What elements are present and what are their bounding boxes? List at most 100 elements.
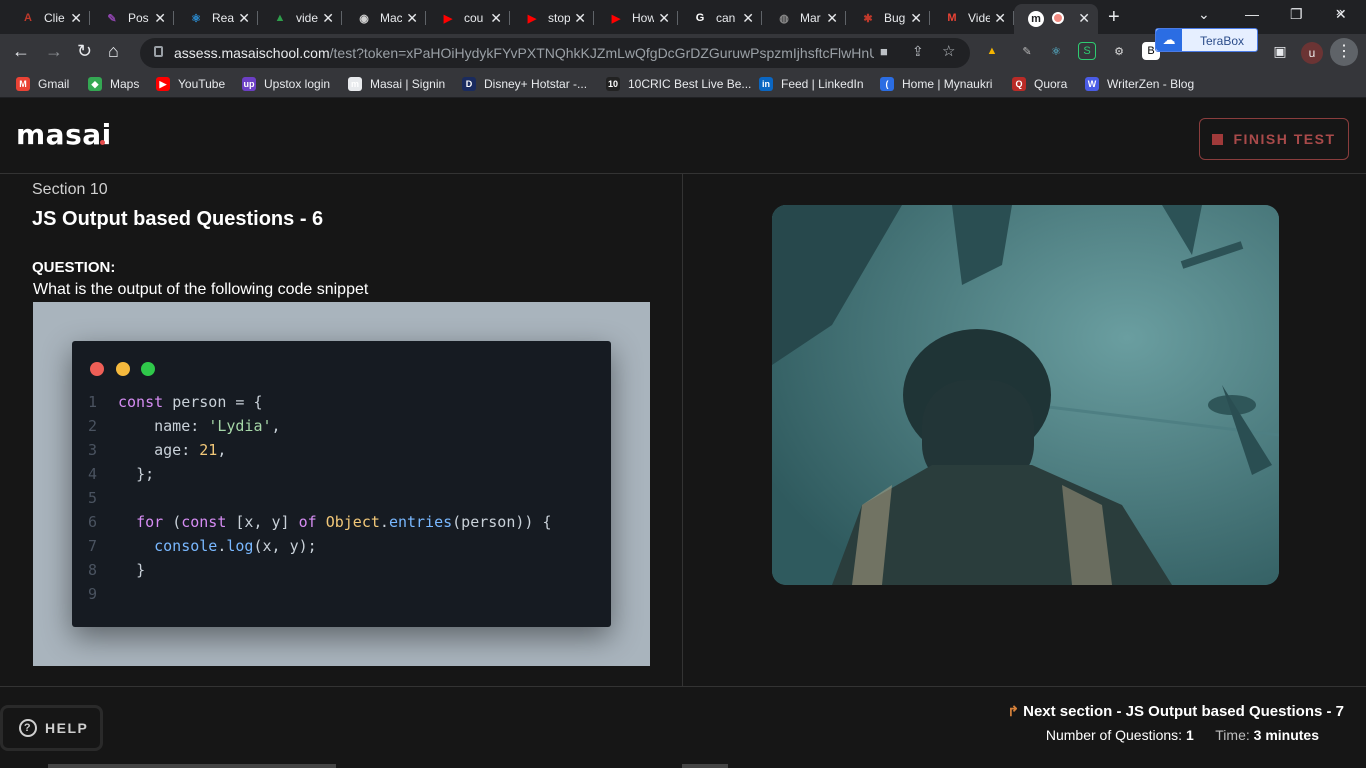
green-dot-icon [141, 362, 155, 376]
more-bookmarks-icon[interactable]: » [1336, 4, 1343, 19]
bookmark-item[interactable]: D Disney+ Hotstar -... [462, 77, 587, 91]
tool-extension-icon[interactable]: ⚙ [1110, 42, 1128, 60]
tab-title: Clie [44, 11, 65, 25]
bookmark-item[interactable]: W WriterZen - Blog [1085, 77, 1194, 91]
cloud-icon: ☁ [1156, 29, 1182, 51]
forward-arrow-icon: ↱ [1007, 703, 1020, 719]
new-tab-button[interactable]: + [1108, 6, 1120, 29]
tab-title: Mar [800, 11, 821, 25]
tab-close-icon[interactable]: ✕ [154, 10, 166, 27]
back-arrow-icon[interactable]: ← [12, 41, 30, 62]
gmail-icon: M [16, 77, 30, 91]
bookmark-item[interactable]: m Masai | Signin [348, 77, 445, 91]
home-icon[interactable]: ⌂ [108, 41, 119, 62]
browser-tab[interactable]: ✎ Pos ✕ [90, 4, 174, 32]
horizontal-scrollbar-right[interactable] [682, 764, 728, 768]
restore-icon[interactable]: ❐ [1290, 6, 1303, 23]
question-label: QUESTION: [32, 259, 116, 276]
tab-close-icon[interactable]: ✕ [994, 10, 1006, 27]
browser-tab[interactable]: Gcan ✕ [678, 4, 762, 32]
camera-icon[interactable]: ■ [880, 44, 888, 59]
bookmarks-bar: M Gmail ◆ Maps ▶ YouTube up Upstox login m Masai … [0, 72, 1366, 98]
bookmark-item[interactable]: in Feed | LinkedIn [759, 77, 864, 91]
browser-tab[interactable]: m ✕ [1014, 4, 1098, 34]
bookmark-item[interactable]: M Gmail [16, 77, 69, 91]
browser-tab[interactable]: A Clie ✕ [6, 4, 90, 32]
section-label: Section 10 [32, 181, 108, 198]
url-path: /test?token=xPaHOiHydykFYvPXTNQhkKJZmLwQ… [329, 45, 874, 61]
ball-icon: ◉ [359, 12, 369, 25]
finish-test-button[interactable]: FINISH TEST [1199, 118, 1349, 160]
tab-close-icon[interactable]: ✕ [910, 10, 922, 27]
address-bar[interactable]: assess.masaischool.com/test?token=xPaHOi… [140, 38, 970, 68]
forward-arrow-icon[interactable]: → [45, 41, 63, 62]
browser-tab[interactable]: ◉ Mac ✕ [342, 4, 426, 32]
naukri-icon: ( [880, 77, 894, 91]
masai-icon: m [348, 77, 362, 91]
browser-tab[interactable]: M Vide ✕ [930, 4, 1014, 32]
num-questions-label: Number of Questions: [1045, 727, 1183, 743]
browser-tab[interactable]: ▶ stop ✕ [510, 4, 594, 32]
profile-avatar[interactable]: u [1301, 42, 1323, 64]
writerzen-icon: W [1085, 77, 1099, 91]
masai-icon: m [1028, 11, 1044, 27]
browser-tab[interactable]: ✱ Bug ✕ [846, 4, 930, 32]
time-value: 3 minutes [1253, 727, 1319, 743]
bookmark-label: Disney+ Hotstar -... [484, 77, 588, 91]
tab-close-icon[interactable]: ✕ [826, 10, 838, 27]
maps-icon: ◆ [88, 77, 102, 91]
tab-title: Vide [968, 11, 990, 25]
reload-icon[interactable]: ↻ [77, 41, 92, 62]
tab-close-icon[interactable]: ✕ [658, 10, 670, 27]
next-section-link[interactable]: ↱ Next section - JS Output based Questio… [1007, 703, 1344, 720]
browser-tab[interactable]: ◍ Mar ✕ [762, 4, 846, 32]
help-label: HELP [45, 720, 89, 736]
tab-close-icon[interactable]: ✕ [1078, 10, 1090, 27]
tab-close-icon[interactable]: ✕ [490, 10, 502, 27]
test-page: masai FINISH TEST Section 10 JS Output b… [0, 98, 1366, 768]
browser-menu-icon[interactable]: ⋮ [1330, 38, 1358, 66]
tab-close-icon[interactable]: ✕ [406, 10, 418, 27]
horizontal-scrollbar[interactable] [48, 764, 336, 768]
bookmark-item[interactable]: ◆ Maps [88, 77, 139, 91]
react-extension-icon[interactable]: ⚛ [1047, 42, 1065, 60]
tab-close-icon[interactable]: ✕ [70, 10, 82, 27]
bookmark-item[interactable]: up Upstox login [242, 77, 330, 91]
tab-close-icon[interactable]: ✕ [742, 10, 754, 27]
bookmark-item[interactable]: (Home | Mynaukri [880, 77, 992, 91]
code-snippet-image: 1 const person = { 2 name: 'Lydia', 3 age… [33, 302, 650, 666]
next-section-label: Next section - JS Output based Questions… [1023, 703, 1344, 720]
question-title: JS Output based Questions - 6 [32, 208, 324, 230]
browser-tab[interactable]: ▶ How ✕ [594, 4, 678, 32]
help-button[interactable]: ? HELP [0, 705, 103, 751]
browser-tab[interactable]: ▲ vide ✕ [258, 4, 342, 32]
tab-title: Pos [128, 11, 149, 25]
browser-tab[interactable]: ⚛ Rea ✕ [174, 4, 258, 32]
bookmark-item[interactable]: Q Quora [1012, 77, 1067, 91]
question-text: What is the output of the following code… [33, 281, 369, 298]
tab-close-icon[interactable]: ✕ [238, 10, 250, 27]
side-panel-icon[interactable]: ▣ [1271, 42, 1289, 60]
pen-extension-icon[interactable]: ✎ [1018, 42, 1036, 60]
terabox-popup[interactable]: ☁ TeraBox [1155, 28, 1258, 52]
bookmark-star-icon[interactable]: ☆ [942, 42, 955, 60]
browser-tab[interactable]: ▶ cou ✕ [426, 4, 510, 32]
drive-extension-icon[interactable]: ▲ [983, 42, 1001, 60]
minimize-icon[interactable]: — [1245, 6, 1259, 22]
tab-close-icon[interactable]: ✕ [322, 10, 334, 27]
share-icon[interactable]: ⇪ [912, 43, 924, 60]
webcam-preview [772, 205, 1279, 585]
linkedin-icon: in [759, 77, 773, 91]
bookmark-item[interactable]: 10 10CRIC Best Live Be... [606, 77, 751, 91]
bookmark-item[interactable]: ▶ YouTube [156, 77, 225, 91]
panel-divider [682, 174, 683, 686]
s-extension-icon[interactable]: S [1078, 42, 1096, 60]
upstox-icon: up [242, 77, 256, 91]
youtube-icon: ▶ [527, 12, 537, 25]
tab-search-icon[interactable]: ⌄ [1198, 6, 1210, 23]
quora-icon: Q [1012, 77, 1026, 91]
lock-icon[interactable] [154, 46, 163, 57]
tab-close-icon[interactable]: ✕ [574, 10, 586, 27]
url-host: assess.masaischool.com [174, 45, 330, 61]
bookmark-label: 10CRIC Best Live Be... [628, 77, 752, 91]
